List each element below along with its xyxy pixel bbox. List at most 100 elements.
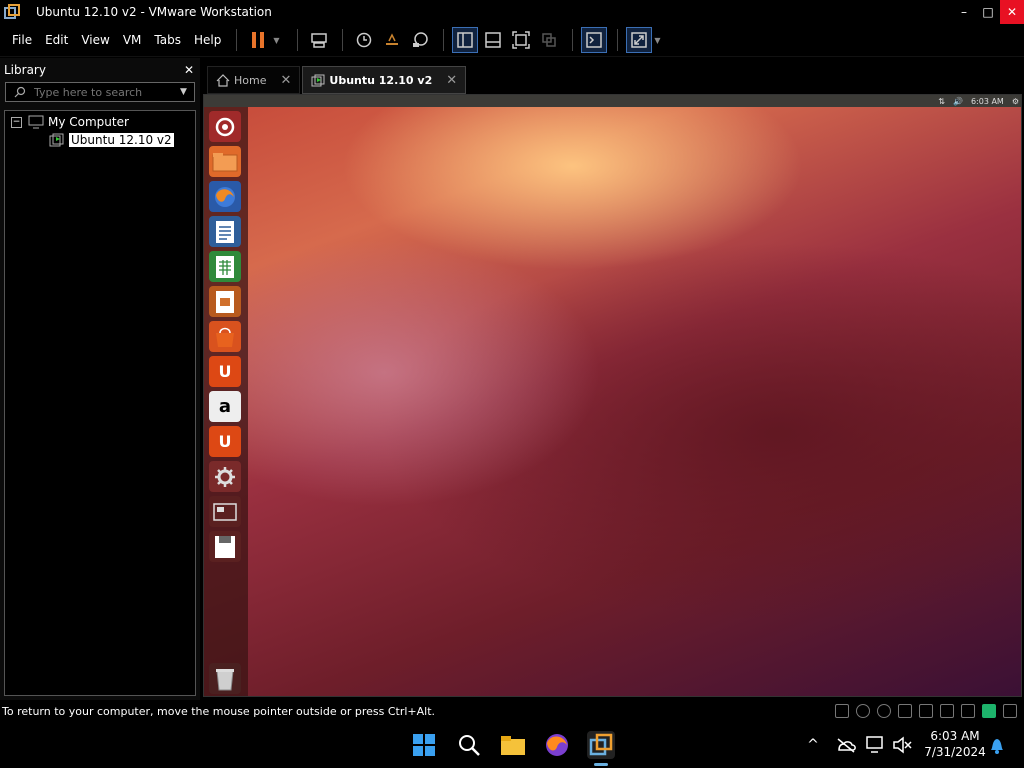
start-icon[interactable] [410,731,438,759]
close-window-button[interactable]: ✕ [1000,0,1024,24]
toolbar-separator [617,29,619,51]
menu-vm[interactable]: VM [117,33,148,47]
session-gear-icon[interactable]: ⚙ [1012,97,1019,106]
revert-snapshot-icon[interactable] [379,27,405,53]
close-tab-icon[interactable]: ✕ [280,73,291,88]
toolbar-separator [236,29,238,51]
library-search[interactable]: ▼ [5,82,195,102]
floppy-icon[interactable] [898,704,912,718]
library-tree: − My Computer Ubuntu 12.10 v2 [4,110,196,696]
sound-card-icon[interactable] [961,704,975,718]
chevron-down-icon[interactable]: ▼ [180,87,194,97]
collapse-icon[interactable]: − [11,116,22,128]
unity-launcher: U a U [204,107,248,696]
message-log-icon[interactable] [982,704,996,718]
menu-file[interactable]: File [6,33,38,47]
console-view-icon[interactable] [581,27,608,53]
firefox-icon[interactable] [209,181,241,212]
status-message: To return to your computer, move the mou… [2,704,436,718]
taskbar-date: 7/31/2024 [924,745,986,759]
search-icon[interactable] [455,731,483,759]
maximize-button[interactable]: □ [976,0,1000,24]
show-hidden-icons[interactable]: ^ [799,731,827,759]
home-icon [216,73,230,87]
cd-dvd-2-icon[interactable] [877,704,891,718]
vm-icon [49,133,64,147]
cd-dvd-icon[interactable] [856,704,870,718]
download-icon[interactable] [1003,704,1017,718]
menu-edit[interactable]: Edit [39,33,74,47]
workspace-switcher-icon[interactable] [209,496,241,527]
tree-label: My Computer [48,115,129,129]
chevron-down-icon[interactable]: ▼ [273,36,283,45]
hard-disk-icon[interactable] [835,704,849,718]
network-adapter-icon[interactable] [919,704,933,718]
ubuntu-wallpaper [204,107,1021,696]
unity-icon[interactable] [536,27,562,53]
file-explorer-icon[interactable] [499,731,527,759]
vmware-app-icon [4,4,20,20]
floppy-drive-icon[interactable] [209,531,241,562]
ubuntu-one-icon[interactable]: U [209,356,241,387]
amazon-icon[interactable]: a [209,391,241,422]
menu-toolbar: File Edit View VM Tabs Help ▼ ▼ [0,24,1024,57]
volume-icon[interactable]: 🔊 [953,97,963,106]
vmware-taskbar-icon[interactable] [587,731,615,759]
tab-home[interactable]: Home ✕ [207,66,301,94]
menu-help[interactable]: Help [188,33,227,47]
toolbar-separator [297,29,299,51]
firefox-taskbar-icon[interactable] [543,731,571,759]
full-screen-icon[interactable] [508,27,534,53]
library-search-input[interactable] [34,85,174,99]
taskbar-clock[interactable]: 6:03 AM 7/31/2024 [922,728,988,760]
display-icon[interactable] [862,731,890,759]
toolbar-separator [443,29,445,51]
ubuntu-one-music-icon[interactable]: U [209,426,241,457]
menu-tabs[interactable]: Tabs [148,33,187,47]
tab-label: Ubuntu 12.10 v2 [329,73,433,87]
toolbar-separator [572,29,574,51]
snapshot-icon[interactable] [351,27,377,53]
tab-label: Home [234,73,267,87]
status-bar: To return to your computer, move the mou… [0,700,1024,722]
computer-icon [28,115,44,129]
files-icon[interactable] [209,146,241,177]
active-app-indicator [594,763,608,766]
notification-bell-icon[interactable] [983,731,1011,759]
library-header: Library ✕ [0,58,200,82]
window-title: Ubuntu 12.10 v2 - VMware Workstation [36,5,272,19]
title-bar: Ubuntu 12.10 v2 - VMware Workstation – □… [0,0,1024,24]
chevron-down-icon[interactable]: ▼ [654,36,664,45]
calc-icon[interactable] [209,251,241,282]
guest-screen[interactable]: ⇅ 🔊 6:03 AM ⚙ U a U [203,94,1022,697]
close-tab-icon[interactable]: ✕ [446,73,457,88]
show-library-icon[interactable] [452,27,479,53]
library-close-button[interactable]: ✕ [184,63,194,77]
taskbar-time: 6:03 AM [930,729,980,743]
search-icon [14,86,26,98]
pause-icon[interactable] [245,27,271,53]
settings-icon[interactable] [209,461,241,492]
guest-clock[interactable]: 6:03 AM [971,97,1004,106]
writer-icon[interactable] [209,216,241,247]
snapshot-manager-icon[interactable] [407,27,433,53]
software-center-icon[interactable] [209,321,241,352]
trash-icon[interactable] [209,663,241,694]
toolbar-separator [342,29,344,51]
tree-item-my-computer[interactable]: − My Computer [11,115,129,129]
network-icon[interactable]: ⇅ [938,97,945,106]
minimize-button[interactable]: – [952,0,976,24]
usb-icon[interactable] [940,704,954,718]
onedrive-off-icon[interactable] [832,731,860,759]
thumbnail-bar-icon[interactable] [480,27,506,53]
library-title: Library [4,63,46,77]
impress-icon[interactable] [209,286,241,317]
send-ctrl-alt-del-icon[interactable] [306,27,332,53]
stretch-guest-icon[interactable] [626,27,653,53]
menu-view[interactable]: View [75,33,115,47]
speaker-muted-icon[interactable] [888,731,916,759]
tab-ubuntu[interactable]: Ubuntu 12.10 v2 ✕ [302,66,467,94]
tree-item-ubuntu-vm[interactable]: Ubuntu 12.10 v2 [49,133,174,147]
dash-icon[interactable] [209,111,241,142]
vm-area: Home ✕ Ubuntu 12.10 v2 ✕ ⇅ 🔊 6:03 AM ⚙ U… [201,58,1024,700]
